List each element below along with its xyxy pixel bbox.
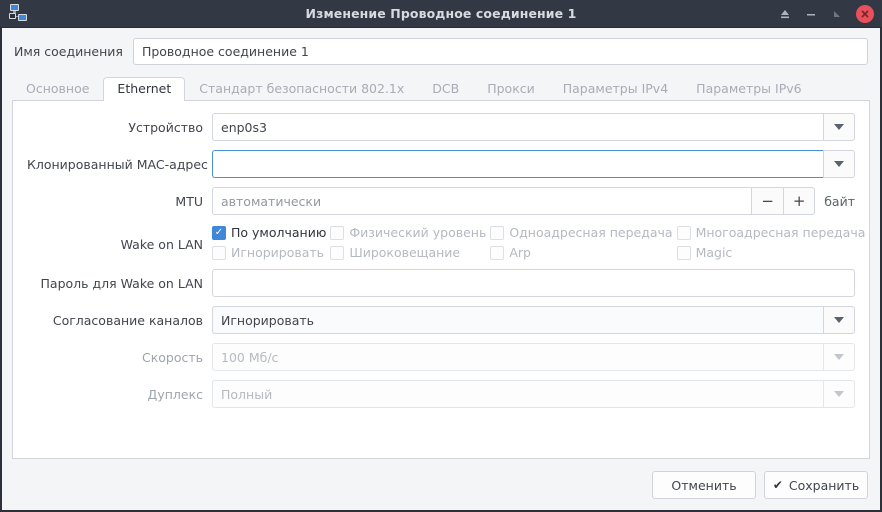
- connection-name-label: Имя соединения: [14, 44, 123, 59]
- check-icon: ✓: [214, 226, 224, 238]
- wol-password-label: Пароль для Wake on LAN: [40, 275, 203, 291]
- cloned-mac-label: Клонированный MAC-адрес: [27, 156, 208, 172]
- cloned-mac-value[interactable]: [212, 150, 823, 178]
- checkbox-icon[interactable]: [676, 225, 691, 240]
- wol-password-input[interactable]: [212, 269, 855, 297]
- checkbox-icon[interactable]: [490, 245, 505, 260]
- dialog-footer: Отменить ✔ Сохранить: [2, 460, 880, 510]
- speed-row: Скорость 100 Мб/с: [27, 343, 855, 371]
- close-icon[interactable]: [856, 4, 874, 23]
- cloned-mac-row: Клонированный MAC-адрес: [27, 150, 855, 178]
- device-combobox[interactable]: enp0s3: [212, 113, 855, 141]
- checkbox-icon[interactable]: [676, 245, 691, 260]
- chevron-down-icon: [834, 391, 844, 397]
- checkbox-icon[interactable]: [330, 225, 345, 240]
- ethernet-tab-panel: Устройство enp0s3 Клонированный MAC-адре…: [12, 100, 870, 459]
- chevron-down-icon: [834, 124, 844, 130]
- wol-checkbox-arp[interactable]: Arp: [490, 245, 672, 260]
- checkbox-icon[interactable]: ✓: [212, 225, 226, 240]
- wake-on-lan-row: Wake on LAN ✓ По умолчанию Физический ур…: [27, 224, 866, 260]
- wol-label-unicast: Одноадресная передача: [509, 225, 673, 240]
- tab-ipv4-settings[interactable]: Параметры IPv4: [549, 77, 682, 102]
- wol-password-row: Пароль для Wake on LAN: [27, 269, 855, 297]
- chevron-down-icon: [834, 354, 844, 360]
- checkbox-icon[interactable]: [212, 245, 226, 260]
- cloned-mac-combobox[interactable]: [212, 150, 855, 178]
- speed-combobox: 100 Мб/с: [212, 343, 855, 371]
- device-value[interactable]: enp0s3: [212, 113, 823, 141]
- duplex-dropdown-button: [823, 380, 855, 408]
- edit-connection-window: Изменение Проводное соединение 1 Имя сое…: [0, 0, 882, 512]
- save-button-label: Сохранить: [788, 477, 860, 493]
- wol-label-default: По умолчанию: [231, 225, 327, 240]
- speed-value: 100 Мб/с: [212, 343, 823, 371]
- wake-on-lan-options: ✓ По умолчанию Физический уровень Одноад…: [212, 224, 865, 260]
- wol-label-ignore: Игнорировать: [231, 245, 325, 260]
- wol-checkbox-magic[interactable]: Magic: [676, 245, 866, 260]
- tab-bar: Основное Ethernet Стандарт безопасности …: [2, 73, 880, 101]
- wol-label-broadcast: Широковещание: [349, 245, 461, 260]
- chevron-down-icon: [834, 317, 844, 323]
- device-dropdown-button[interactable]: [823, 113, 855, 141]
- connection-name-input[interactable]: [132, 38, 868, 65]
- network-computers-icon: [6, 3, 30, 25]
- chevron-down-icon: [834, 161, 844, 167]
- device-row: Устройство enp0s3: [27, 113, 855, 141]
- wol-checkbox-ignore[interactable]: Игнорировать: [212, 245, 326, 260]
- mtu-decrement-button[interactable]: −: [751, 187, 784, 215]
- duplex-label: Дуплекс: [147, 386, 203, 402]
- mtu-row: MTU автоматически − + байт: [27, 187, 855, 215]
- wol-checkbox-broadcast[interactable]: Широковещание: [330, 245, 486, 260]
- connection-name-row: Имя соединения: [2, 28, 880, 73]
- link-negotiation-dropdown-button[interactable]: [823, 306, 855, 334]
- link-negotiation-value[interactable]: Игнорировать: [212, 306, 823, 334]
- tab-general[interactable]: Основное: [12, 77, 103, 102]
- mtu-unit-label: байт: [824, 193, 855, 209]
- checkbox-icon[interactable]: [330, 245, 345, 260]
- link-negotiation-combobox[interactable]: Игнорировать: [212, 306, 855, 334]
- titlebar: Изменение Проводное соединение 1: [0, 0, 882, 28]
- minimize-icon[interactable]: [798, 1, 824, 27]
- window-controls: [772, 1, 882, 27]
- wol-checkbox-default[interactable]: ✓ По умолчанию: [212, 225, 326, 240]
- wol-label-magic: Magic: [695, 245, 733, 260]
- duplex-combobox: Полный: [212, 380, 855, 408]
- speed-dropdown-button: [823, 343, 855, 371]
- maximize-restore-icon[interactable]: [824, 1, 850, 27]
- wol-checkbox-multicast[interactable]: Многоадресная передача: [676, 225, 866, 240]
- tab-dcb[interactable]: DCB: [418, 77, 473, 102]
- duplex-value: Полный: [212, 380, 823, 408]
- dialog-body: Имя соединения Основное Ethernet Стандар…: [2, 28, 880, 510]
- wake-on-lan-label: Wake on LAN: [120, 237, 203, 252]
- duplex-row: Дуплекс Полный: [27, 380, 855, 408]
- device-label: Устройство: [128, 119, 203, 135]
- cloned-mac-dropdown-button[interactable]: [823, 150, 855, 178]
- checkbox-icon[interactable]: [490, 225, 505, 240]
- wol-checkbox-unicast[interactable]: Одноадресная передача: [490, 225, 673, 240]
- mtu-value[interactable]: автоматически: [212, 187, 752, 215]
- link-negotiation-label: Согласование каналов: [52, 312, 203, 328]
- window-title: Изменение Проводное соединение 1: [305, 6, 577, 21]
- mtu-spinner[interactable]: автоматически − +: [212, 187, 816, 215]
- speed-label: Скорость: [141, 349, 203, 365]
- save-button[interactable]: ✔ Сохранить: [764, 471, 868, 499]
- tab-proxy[interactable]: Прокси: [473, 77, 549, 102]
- mtu-increment-button[interactable]: +: [783, 187, 816, 215]
- wol-label-arp: Arp: [509, 245, 531, 260]
- tab-ipv6-settings[interactable]: Параметры IPv6: [682, 77, 815, 102]
- eject-icon[interactable]: [772, 1, 798, 27]
- mtu-label: MTU: [175, 193, 203, 209]
- tab-ethernet[interactable]: Ethernet: [103, 76, 186, 101]
- cancel-button[interactable]: Отменить: [652, 471, 756, 499]
- wol-label-phy: Физический уровень: [349, 225, 487, 240]
- wol-label-multicast: Многоадресная передача: [695, 225, 866, 240]
- wol-checkbox-phy[interactable]: Физический уровень: [330, 225, 486, 240]
- check-icon: ✔: [772, 478, 783, 492]
- link-negotiation-row: Согласование каналов Игнорировать: [27, 306, 855, 334]
- tab-802-1x-security[interactable]: Стандарт безопасности 802.1x: [185, 77, 418, 102]
